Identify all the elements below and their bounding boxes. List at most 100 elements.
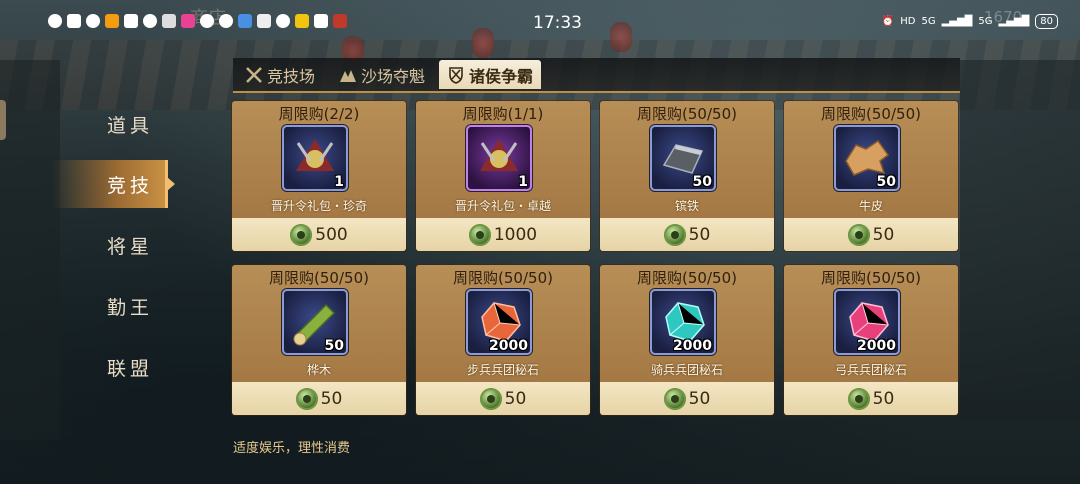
network-label: 5G [978,16,993,27]
item-name: 镔铁 [674,199,699,213]
app-icon [143,14,157,28]
jade-coin-icon [468,223,491,246]
nav-label: 道具 [107,114,154,137]
nav-item-arena[interactable]: 竞技 [52,160,175,208]
jade-coin-icon [663,223,686,246]
buy-button[interactable]: 50 [232,382,406,415]
item-price: 50 [688,388,711,409]
app-icon [124,14,138,28]
app-icon [200,14,214,28]
item-icon-frame: 50 [834,125,900,191]
jade-coin-icon [290,223,313,246]
item-name: 步兵兵团秘石 [466,363,539,377]
battery-icon: 80 [1035,14,1058,29]
item-count: 50 [876,174,896,190]
nav-item-generals[interactable]: 将星 [52,221,168,269]
jade-coin-icon [847,223,870,246]
buy-button[interactable]: 500 [232,218,406,251]
app-icon [86,14,100,28]
shop-item-card[interactable]: 周限购(50/50) 50 镔铁 50 [600,101,774,251]
hd-label: HD [900,16,916,27]
tab-label: 竞技场 [267,66,316,86]
item-count: 2000 [673,338,712,354]
nav-item-rescue-king[interactable]: 勤王 [52,282,168,330]
jade-coin-icon [295,387,318,410]
tab-lords-contest[interactable]: 诸侯争霸 [439,60,542,89]
shop-item-card[interactable]: 周限购(50/50) 50 桦木 50 [232,265,406,415]
item-name: 晋升令礼包・卓越 [454,199,551,213]
shop-item-card[interactable]: 周限购(2/2) 1 晋升令礼包・珍奇 500 [232,101,406,251]
item-count: 1 [334,174,344,190]
app-icon [181,14,195,28]
moderate-play-notice: 适度娱乐，理性消费 [233,441,351,456]
nav-label: 将星 [107,235,154,258]
app-icon [162,14,176,28]
item-name: 牛皮 [858,199,883,213]
weekly-limit-label: 周限购(50/50) [637,269,737,287]
message-icon [48,14,62,28]
item-price: 1000 [493,224,538,245]
shop-item-card[interactable]: 周限购(50/50) 50 牛皮 50 [784,101,958,251]
item-count: 50 [692,174,712,190]
mountain-banner-icon [340,69,356,82]
app-icon [333,14,347,28]
tab-label: 诸侯争霸 [469,66,534,86]
mail-icon [67,14,81,28]
shop-item-card[interactable]: 周限购(1/1) 1 晋升令礼包・卓越 1000 [416,101,590,251]
signal-icon: ▂▄▆█ [941,16,973,27]
nav-item-props[interactable]: 道具 [52,100,168,148]
buy-button[interactable]: 50 [784,382,958,415]
notification-icons [48,14,347,28]
weekly-limit-label: 周限购(50/50) [821,269,921,287]
item-name: 晋升令礼包・珍奇 [270,199,367,213]
signal-icon: ▂▄▆█ [998,16,1030,27]
weekly-limit-label: 周限购(50/50) [637,105,737,123]
item-count: 2000 [857,338,896,354]
item-name: 弓兵兵团秘石 [834,363,907,377]
item-icon-frame: 50 [282,289,348,355]
item-price: 50 [872,224,895,245]
nav-label: 联盟 [107,357,154,380]
buy-button[interactable]: 50 [784,218,958,251]
app-icon [105,14,119,28]
weekly-limit-label: 周限购(50/50) [821,105,921,123]
jade-coin-icon [479,387,502,410]
item-count: 2000 [489,338,528,354]
nav-label: 竞技 [107,174,154,197]
crossed-swords-icon [246,66,262,83]
alarm-icon: ⏰ [881,16,895,27]
system-indicators: ⏰ HD 5G ▂▄▆█ 5G ▂▄▆█ 80 [882,14,1058,29]
item-icon-frame: 2000 [650,289,716,355]
app-icon [276,14,290,28]
status-bar: 商店 17:33 1670 ⏰ HD 5G ▂▄▆█ 5G ▂▄▆█ 80 [0,0,1080,48]
app-icon [219,14,233,28]
network-label: 5G [921,16,936,27]
nav-label: 勤王 [107,296,154,319]
item-price: 500 [315,224,348,245]
tab-arena[interactable]: 竞技场 [245,60,315,89]
weekly-limit-label: 周限购(50/50) [453,269,553,287]
jade-coin-icon [847,387,870,410]
shop-item-card[interactable]: 周限购(50/50) 2000 弓兵兵团秘石 50 [784,265,958,415]
buy-button[interactable]: 50 [416,382,590,415]
app-icon [295,14,309,28]
shop-tab-bar: 竞技场 沙场夺魁 诸侯争霸 [233,58,960,93]
buy-button[interactable]: 50 [600,382,774,415]
item-count: 50 [324,338,344,354]
item-name: 桦木 [306,363,331,377]
item-icon-frame: 50 [650,125,716,191]
tab-label: 沙场夺魁 [361,66,426,86]
tab-battlefield[interactable]: 沙场夺魁 [339,60,425,89]
buy-button[interactable]: 1000 [416,218,590,251]
app-icon [257,14,271,28]
clock: 17:33 [533,13,582,33]
shop-item-card[interactable]: 周限购(50/50) 2000 步兵兵团秘石 50 [416,265,590,415]
weekly-limit-label: 周限购(1/1) [462,105,544,123]
nav-item-alliance[interactable]: 联盟 [52,343,168,391]
app-icon [238,14,252,28]
shop-item-card[interactable]: 周限购(50/50) 2000 骑兵兵团秘石 50 [600,265,774,415]
app-icon [314,14,328,28]
buy-button[interactable]: 50 [600,218,774,251]
item-price: 50 [872,388,895,409]
category-nav: 道具 竞技 将星 勤王 联盟 [0,92,175,422]
